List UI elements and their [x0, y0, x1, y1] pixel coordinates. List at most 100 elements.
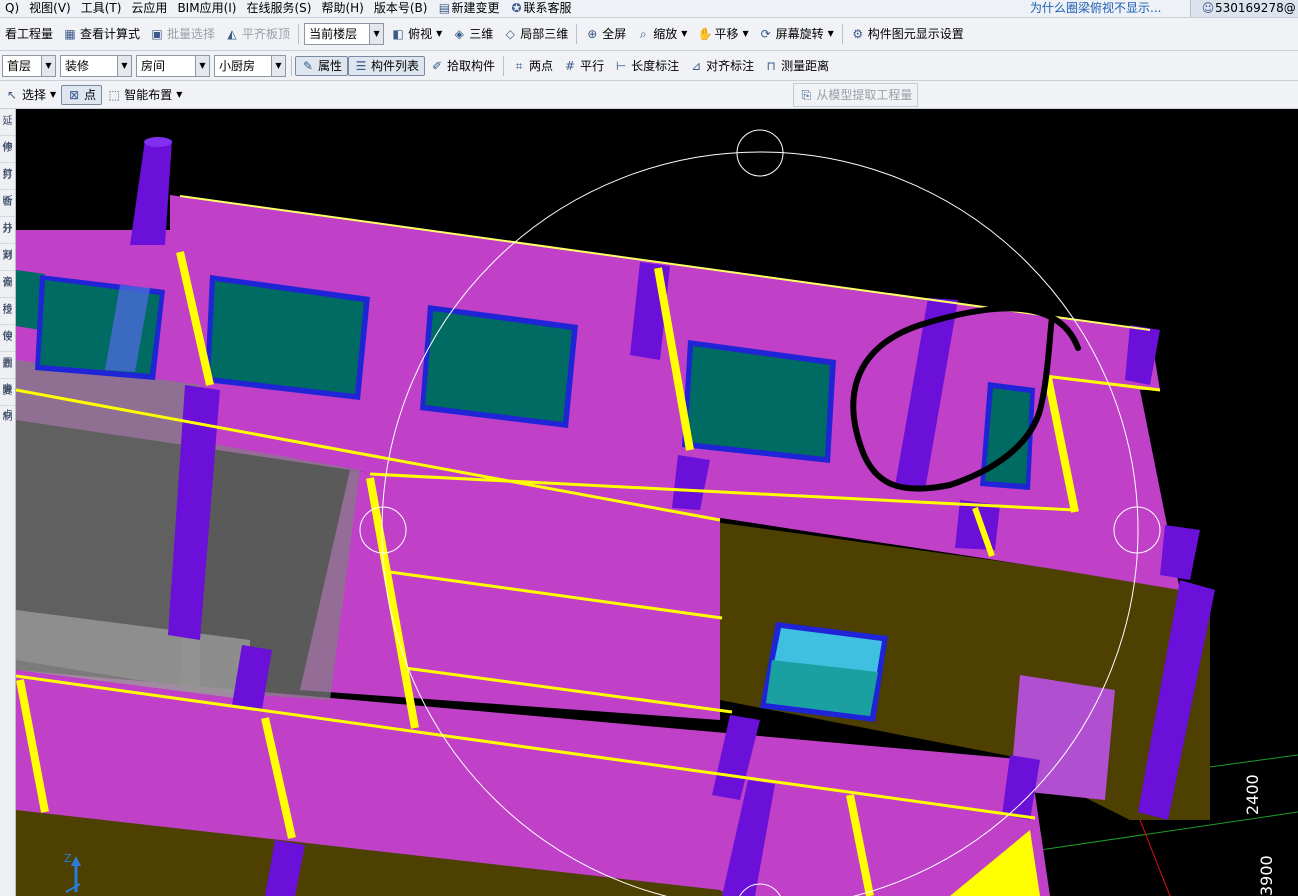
category-value: 装修 [65, 58, 90, 73]
top-view-button[interactable]: ◧ 俯视 ▼ [386, 23, 447, 45]
batch-select-button[interactable]: ▣ 批量选择 [145, 23, 220, 45]
view-quantity-button[interactable]: 看工程量 [0, 23, 58, 45]
view-formula-button[interactable]: ▦ 查看计算式 [58, 23, 145, 45]
display-settings-label: 构件图元显示设置 [867, 27, 964, 41]
dropdown-arrow-icon: ▼ [681, 29, 688, 38]
menu-item-cloud[interactable]: 云应用 [126, 0, 172, 17]
full-screen-button[interactable]: ⊕ 全屏 [580, 23, 631, 45]
menu-item-help[interactable]: 帮助(H) [316, 0, 368, 17]
menu-item-q[interactable]: Q) [0, 0, 24, 17]
type-select[interactable]: 房间 ▼ [136, 54, 210, 77]
measure-distance-button[interactable]: ⊓ 测量距离 [759, 55, 834, 77]
user-account[interactable]: ☺530169278@ [1190, 0, 1298, 17]
two-points-button[interactable]: ⌗ 两点 [507, 55, 558, 77]
display-settings-button[interactable]: ⚙ 构件图元显示设置 [846, 23, 969, 45]
flush-slab-button[interactable]: ◭ 平齐板顶 [220, 23, 295, 45]
slab-icon: ◭ [227, 27, 237, 41]
flush-slab-label: 平齐板顶 [242, 27, 291, 41]
pan-label: 平移 [714, 27, 739, 41]
select-button[interactable]: ↖ 选择 ▼ [0, 84, 61, 106]
align-dim-label: 对齐标注 [706, 58, 755, 73]
window [760, 622, 888, 722]
type-value: 房间 [141, 58, 166, 73]
dropdown-arrow-icon: ▼ [436, 29, 443, 38]
magnifier-icon: ⌕ [639, 27, 647, 41]
contact-label: 联系客服 [523, 1, 572, 15]
floor-scope-select[interactable]: 当前楼层 ▼ [304, 23, 385, 45]
measure-distance-label: 测量距离 [781, 58, 830, 73]
point-icon: ⊠ [69, 87, 80, 102]
full-screen-label: 全屏 [602, 27, 627, 41]
component-list-label: 构件列表 [371, 58, 420, 73]
dropdown-arrow-icon: ▼ [742, 29, 749, 38]
menu-item-version[interactable]: 版本号(B) [369, 0, 433, 17]
category-select[interactable]: 装修 ▼ [60, 54, 132, 77]
parallel-button[interactable]: # 平行 [558, 55, 609, 77]
pick-icon: ✐ [432, 58, 443, 73]
top-view-label: 俯视 [408, 27, 433, 41]
properties-button[interactable]: ✎ 属性 [295, 55, 349, 76]
local-3d-icon: ◇ [505, 27, 515, 41]
local-3d-button[interactable]: ◇ 局部三维 [498, 23, 573, 45]
menu-item-view[interactable]: 视图(V) [24, 0, 76, 17]
rail-tool[interactable]: 设置夹点 [0, 325, 15, 421]
point-button[interactable]: ⊠ 点 [61, 84, 103, 105]
properties-label: 属性 [318, 58, 343, 73]
align-dim-button[interactable]: ⊿ 对齐标注 [684, 55, 759, 77]
component-value: 小厨房 [219, 58, 256, 73]
component-list-button[interactable]: ☰ 构件列表 [348, 55, 426, 76]
length-dim-label: 长度标注 [631, 58, 680, 73]
dimension-label: 3900 [1257, 855, 1276, 896]
three-d-label: 三维 [469, 27, 494, 41]
floor-select[interactable]: 首层 ▼ [2, 54, 56, 77]
pick-component-label: 拾取构件 [447, 58, 496, 73]
menu-item-contact[interactable]: ✪ 联系客服 [504, 0, 576, 17]
axis-z-label: Z [64, 852, 72, 865]
rail-tool[interactable]: 分割 [0, 217, 15, 261]
point-label: 点 [84, 87, 97, 102]
select-label: 选择 [22, 87, 47, 102]
two-points-icon: ⌗ [515, 58, 523, 73]
user-icon: ☺ [1201, 1, 1215, 15]
smart-layout-button[interactable]: ⬚ 智能布置 ▼ [102, 84, 187, 106]
pick-component-button[interactable]: ✐ 拾取构件 [425, 55, 500, 77]
three-d-button[interactable]: ◈ 三维 [447, 23, 498, 45]
view-quantity-label: 看工程量 [5, 27, 54, 41]
rotate-icon: ⟳ [760, 27, 771, 41]
settings-icon: ⚙ [852, 27, 864, 41]
zoom-button[interactable]: ⌕ 缩放 ▼ [631, 23, 692, 45]
menu-item-new-change[interactable]: ▤新建变更 [432, 0, 504, 17]
rail-tool[interactable]: 修剪 [0, 136, 15, 180]
rail-tool[interactable]: 延伸 [0, 109, 15, 153]
rail-tool[interactable]: 偏移 [0, 271, 15, 315]
toolbar-view: 看工程量 ▦ 查看计算式 ▣ 批量选择 ◭ 平齐板顶 当前楼层 ▼ ◧ 俯视 ▼ ◈ 三维 ◇… [0, 18, 1298, 51]
rail-tool[interactable]: 拉伸 [0, 298, 15, 342]
align-dim-icon: ⊿ [691, 58, 702, 73]
3d-viewport[interactable]: 2400 3900 Z [16, 109, 1298, 896]
dropdown-arrow-icon: ▼ [827, 29, 834, 38]
cube-icon: ◧ [392, 27, 404, 41]
model-canvas[interactable]: 2400 3900 Z [16, 109, 1298, 896]
pan-button[interactable]: ✋ 平移 ▼ [692, 23, 753, 45]
menu-item-tools[interactable]: 工具(T) [76, 0, 127, 17]
rail-tool[interactable]: 删除 [0, 352, 15, 396]
rail-tool[interactable]: 复制 [0, 379, 15, 423]
user-name: 530169278@ [1215, 1, 1296, 15]
menu-item-online[interactable]: 在线服务(S) [241, 0, 316, 17]
rail-tool[interactable]: 打断 [0, 163, 15, 207]
smart-layout-label: 智能布置 [124, 87, 173, 102]
full-screen-icon: ⊕ [587, 27, 598, 41]
component-select[interactable]: 小厨房 ▼ [214, 54, 286, 77]
menu-item-bim[interactable]: BIM应用(I) [172, 0, 241, 17]
rail-tool[interactable]: 合并 [0, 190, 15, 234]
length-dim-button[interactable]: ⊢ 长度标注 [609, 55, 684, 77]
calculator-icon: ▦ [64, 27, 76, 41]
length-dim-icon: ⊢ [615, 58, 627, 73]
chevron-down-icon: ▼ [117, 55, 131, 76]
batch-select-label: 批量选择 [167, 27, 216, 41]
screen-rotate-button[interactable]: ⟳ 屏幕旋转 ▼ [754, 23, 839, 45]
window [682, 340, 836, 463]
rail-tool[interactable]: 对齐 [0, 244, 15, 288]
extract-quantity-button[interactable]: ⎘ 从模型提取工程量 [793, 82, 919, 107]
question-link[interactable]: 为什么圈梁俯视不显示... [1030, 0, 1190, 17]
